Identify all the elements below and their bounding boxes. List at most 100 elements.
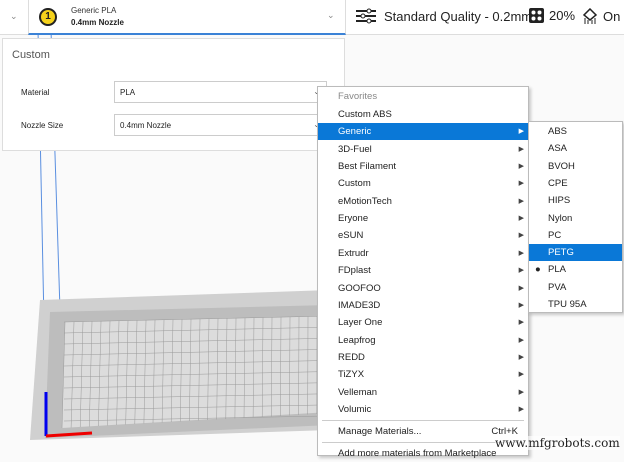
material-item-label: ASA <box>548 143 567 154</box>
submenu-arrow-icon: ▶ <box>519 141 524 158</box>
material-item-label: Nylon <box>548 213 572 224</box>
submenu-arrow-icon: ▶ <box>519 210 524 227</box>
material-item-label: HIPS <box>548 195 570 206</box>
submenu-arrow-icon: ▶ <box>519 245 524 262</box>
menu-item-generic[interactable]: Generic ▶ <box>318 123 528 140</box>
material-label: Material <box>21 88 49 97</box>
menu-item-label: Extrudr <box>338 248 369 259</box>
menu-item-extrudr[interactable]: Extrudr ▶ <box>318 245 528 262</box>
menu-item-label: Leapfrog <box>338 335 376 346</box>
support-indicator[interactable]: On <box>582 8 620 24</box>
menu-item-best-filament[interactable]: Best Filament ▶ <box>318 158 528 175</box>
nozzle-label: Nozzle Size <box>21 121 63 130</box>
material-item-label: CPE <box>548 178 568 189</box>
infill-value: 20% <box>549 8 575 23</box>
menu-item-label: REDD <box>338 352 365 363</box>
menu-item-leapfrog[interactable]: Leapfrog ▶ <box>318 332 528 349</box>
menu-item-tizyx[interactable]: TiZYX ▶ <box>318 366 528 383</box>
submenu-arrow-icon: ▶ <box>519 123 524 140</box>
submenu-arrow-icon: ▶ <box>519 227 524 244</box>
top-toolbar: ⌄ 1 Generic PLA 0.4mm Nozzle ⌄ Standard … <box>0 0 624 35</box>
material-selector[interactable]: 1 Generic PLA 0.4mm Nozzle ⌄ <box>28 0 346 35</box>
quality-selector[interactable]: Standard Quality - 0.2mm <box>356 8 532 24</box>
material-item-label: PLA <box>548 264 566 275</box>
menu-item-custom[interactable]: Custom ▶ <box>318 175 528 192</box>
infill-indicator[interactable]: 20% <box>529 8 575 23</box>
chevron-down-icon: ⌄ <box>327 10 335 21</box>
menu-item-eryone[interactable]: Eryone ▶ <box>318 210 528 227</box>
menu-item-label: Generic <box>338 126 371 137</box>
infill-icon <box>529 8 544 23</box>
menu-item-label: Velleman <box>338 387 377 398</box>
submenu-arrow-icon: ▶ <box>519 332 524 349</box>
material-item-abs[interactable]: ABS <box>529 123 622 140</box>
menu-separator <box>322 442 524 443</box>
menu-item-label: Custom <box>338 178 371 189</box>
material-panel: Custom Material PLA⌄ Nozzle Size 0.4mm N… <box>2 38 345 151</box>
menu-item-label: GOOFOO <box>338 283 381 294</box>
material-brand-menu: Favorites Custom ABSGeneric▶3D-Fuel▶Best… <box>317 86 529 456</box>
manage-materials-label: Manage Materials... <box>338 426 421 437</box>
nozzle-name: 0.4mm Nozzle <box>71 18 124 27</box>
material-item-label: PC <box>548 230 561 241</box>
material-item-label: PVA <box>548 282 566 293</box>
support-value: On <box>603 9 620 24</box>
menu-item-layer-one[interactable]: Layer One ▶ <box>318 314 528 331</box>
menu-item-label: Custom ABS <box>338 109 392 120</box>
material-item-pla[interactable]: ● PLA <box>529 261 622 278</box>
submenu-arrow-icon: ▶ <box>519 314 524 331</box>
submenu-arrow-icon: ▶ <box>519 158 524 175</box>
material-item-cpe[interactable]: CPE <box>529 175 622 192</box>
support-icon <box>582 8 598 24</box>
submenu-arrow-icon: ▶ <box>519 262 524 279</box>
extruder-badge: 1 <box>39 8 57 26</box>
nozzle-value: 0.4mm Nozzle <box>120 121 171 130</box>
menu-item-label: 3D-Fuel <box>338 144 372 155</box>
menu-item-esun[interactable]: eSUN▶ <box>318 227 528 244</box>
generic-material-submenu: ABS ASA BVOH CPE HIPS Nylon PC PETG ● PLA PVA TPU 9… <box>528 121 623 313</box>
material-item-nylon[interactable]: Nylon <box>529 210 622 227</box>
menu-item-label: eMotionTech <box>338 196 392 207</box>
material-item-asa[interactable]: ASA <box>529 140 622 157</box>
panel-title: Custom <box>12 49 50 61</box>
material-item-hips[interactable]: HIPS <box>529 192 622 209</box>
menu-item-emotiontech[interactable]: eMotionTech ▶ <box>318 193 528 210</box>
material-item-pva[interactable]: PVA <box>529 279 622 296</box>
chevron-down-icon[interactable]: ⌄ <box>10 11 18 22</box>
material-value: PLA <box>120 88 135 97</box>
menu-item-label: Best Filament <box>338 161 396 172</box>
material-dropdown[interactable]: PLA⌄ <box>114 81 327 103</box>
selected-bullet-icon: ● <box>535 261 541 278</box>
menu-item-velleman[interactable]: Velleman ▶ <box>318 384 528 401</box>
material-item-pc[interactable]: PC <box>529 227 622 244</box>
menu-item-goofoo[interactable]: GOOFOO▶ <box>318 280 528 297</box>
menu-item-custom-abs[interactable]: Custom ABS <box>318 106 528 123</box>
quality-label: Standard Quality - 0.2mm <box>384 9 532 24</box>
submenu-arrow-icon: ▶ <box>519 349 524 366</box>
submenu-arrow-icon: ▶ <box>519 366 524 383</box>
material-item-label: PETG <box>548 247 574 258</box>
material-name: Generic PLA <box>71 6 116 15</box>
watermark: www.mfgrobots.com <box>495 436 620 450</box>
menu-item-volumic[interactable]: Volumic▶ <box>318 401 528 418</box>
menu-header-favorites: Favorites <box>318 88 528 105</box>
menu-item-label: Eryone <box>338 213 368 224</box>
material-item-petg[interactable]: PETG <box>529 244 622 261</box>
settings-sliders-icon <box>356 8 376 24</box>
menu-item-imade3d[interactable]: IMADE3D▶ <box>318 297 528 314</box>
menu-item-label: TiZYX <box>338 369 364 380</box>
menu-item-label: Layer One <box>338 317 382 328</box>
material-item-label: BVOH <box>548 161 575 172</box>
nozzle-dropdown[interactable]: 0.4mm Nozzle⌄ <box>114 114 327 136</box>
menu-item-label: Volumic <box>338 404 371 415</box>
material-item-label: ABS <box>548 126 567 137</box>
menu-item-3d-fuel[interactable]: 3D-Fuel ▶ <box>318 141 528 158</box>
menu-separator <box>322 420 524 421</box>
menu-item-redd[interactable]: REDD ▶ <box>318 349 528 366</box>
material-item-tpu-95a[interactable]: TPU 95A <box>529 296 622 313</box>
submenu-arrow-icon: ▶ <box>519 384 524 401</box>
submenu-arrow-icon: ▶ <box>519 193 524 210</box>
submenu-arrow-icon: ▶ <box>519 175 524 192</box>
menu-item-fdplast[interactable]: FDplast▶ <box>318 262 528 279</box>
material-item-bvoh[interactable]: BVOH <box>529 158 622 175</box>
